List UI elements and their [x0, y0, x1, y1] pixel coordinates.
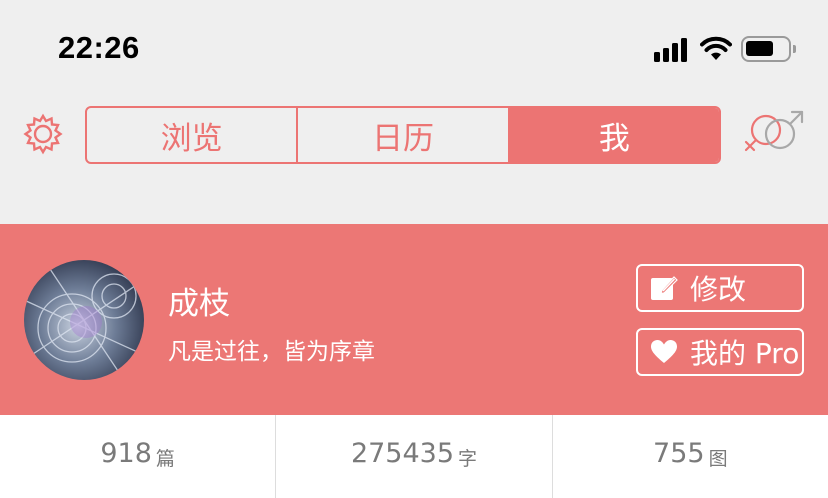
edit-profile-label: 修改: [690, 273, 747, 306]
stat-images-value: 755: [653, 438, 705, 469]
stat-characters-value: 275435: [350, 438, 455, 469]
user-bio: 凡是过往，皆为序章: [168, 339, 375, 365]
stat-characters-unit: 字: [458, 448, 478, 470]
stat-characters[interactable]: 275435 字: [276, 415, 553, 498]
my-pro-button[interactable]: 我的 Pro: [636, 328, 804, 376]
edit-icon: [651, 276, 678, 300]
nav-bar: 浏览 日历 我: [0, 100, 828, 224]
battery-icon: [741, 36, 796, 62]
edit-profile-button[interactable]: 修改: [636, 264, 804, 312]
stat-articles-unit: 篇: [155, 448, 175, 470]
cellular-signal-icon: [654, 38, 688, 62]
gender-icon[interactable]: [742, 110, 808, 156]
gear-icon[interactable]: [22, 113, 64, 155]
tab-calendar[interactable]: 日历: [298, 108, 510, 162]
status-time: 22:26: [58, 30, 140, 65]
stat-articles-value: 918: [100, 438, 152, 469]
wifi-icon: [700, 36, 732, 60]
stat-articles[interactable]: 918 篇: [0, 415, 277, 498]
my-pro-label: 我的 Pro: [690, 337, 800, 370]
stats-bar: 918 篇 275435 字 755 图: [0, 415, 828, 498]
profile-card: 成枝 凡是过往，皆为序章 修改 我的 Pro: [0, 224, 828, 415]
stat-images-unit: 图: [708, 448, 728, 470]
tab-me[interactable]: 我: [509, 108, 719, 162]
view-segmented-control: 浏览 日历 我: [85, 106, 721, 164]
stat-images[interactable]: 755 图: [553, 415, 828, 498]
username: 成枝: [168, 286, 230, 322]
tab-browse[interactable]: 浏览: [87, 108, 299, 162]
heart-icon: [651, 340, 677, 363]
avatar[interactable]: [24, 260, 144, 380]
status-bar: 22:26: [0, 0, 828, 100]
